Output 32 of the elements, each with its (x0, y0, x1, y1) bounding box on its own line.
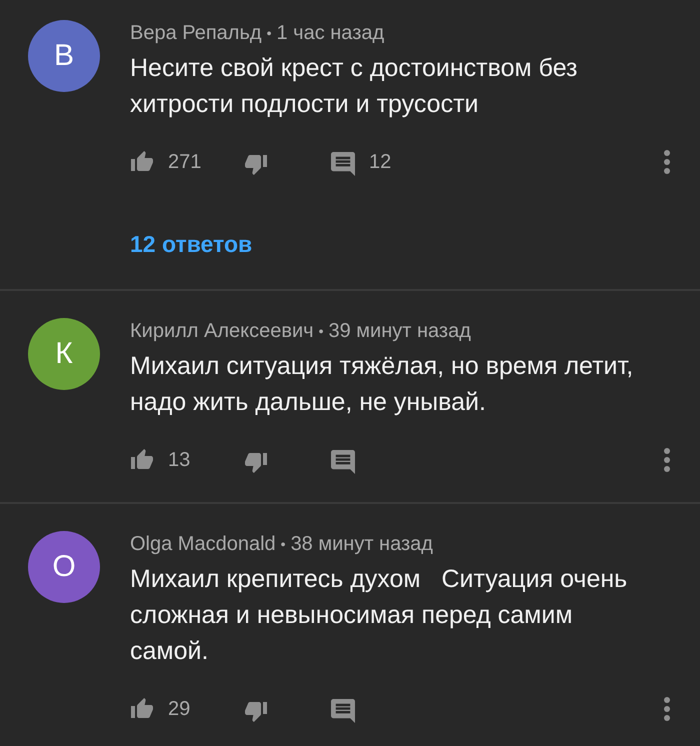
avatar: O (28, 531, 100, 603)
separator-dot: • (318, 322, 324, 341)
comment-icon[interactable] (331, 450, 355, 474)
thumbs-down-icon[interactable] (244, 450, 268, 474)
comment-text: Михаил ситуация тяжёлая, но время летит, надо жить дальше, не унывай. (130, 351, 634, 418)
separator-dot: • (266, 24, 272, 43)
timestamp: 1 час назад (276, 21, 384, 46)
more-menu-icon[interactable] (664, 697, 670, 721)
avatar: К (28, 318, 100, 390)
avatar: В (28, 20, 100, 92)
author-name[interactable]: Кирилл Алексеевич (130, 318, 314, 344)
replies-link[interactable]: 12 ответов (130, 231, 252, 257)
comment-text: Михаил крепитесь духом Ситуация очень сложная и невыносимая перед самим самой. (130, 564, 628, 667)
like-count: 29 (168, 697, 190, 722)
more-menu-icon[interactable] (664, 150, 670, 174)
timestamp: 38 минут назад (290, 532, 433, 557)
timestamp: 39 минут назад (328, 319, 471, 344)
like-count: 271 (168, 150, 202, 175)
comment-text: Несите свой крест с достоинством без хитрости подлости и трусости (130, 53, 579, 120)
separator-dot: • (280, 535, 286, 554)
more-menu-icon[interactable] (664, 448, 670, 472)
comment-icon[interactable] (331, 152, 355, 176)
reply-count: 12 (369, 150, 392, 175)
thumbs-up-icon[interactable] (130, 448, 154, 472)
thumbs-down-icon[interactable] (244, 699, 268, 723)
thumbs-up-icon[interactable] (130, 697, 154, 721)
like-count: 13 (168, 448, 190, 473)
author-name[interactable]: Вера Репальд (130, 20, 262, 46)
thumbs-up-icon[interactable] (130, 150, 154, 174)
author-name[interactable]: Olga Macdonald (130, 531, 276, 557)
thumbs-down-icon[interactable] (244, 152, 268, 176)
comment-icon[interactable] (331, 699, 355, 723)
